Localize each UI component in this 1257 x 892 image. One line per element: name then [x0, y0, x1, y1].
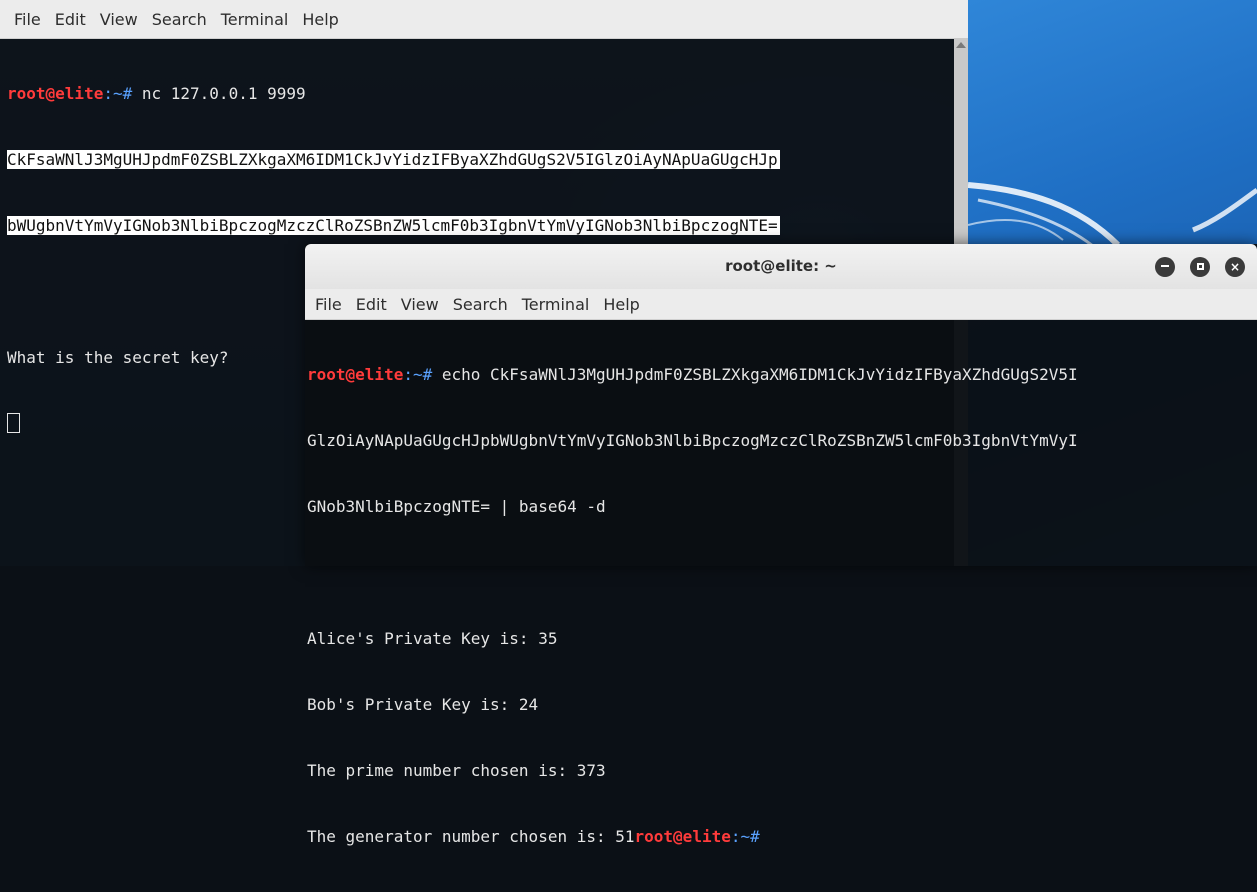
terminal-menubar: File Edit View Search Terminal Help [0, 0, 968, 39]
prompt-suffix: :~# [730, 827, 760, 846]
question-text: What is the secret key? [7, 348, 229, 367]
prompt-suffix: :~# [103, 84, 133, 103]
menu-edit[interactable]: Edit [356, 295, 387, 314]
menu-view[interactable]: View [401, 295, 439, 314]
output-line-3: The prime number chosen is: 373 [307, 760, 1257, 782]
maximize-button[interactable] [1190, 257, 1210, 277]
command-line: root@elite:~# nc 127.0.0.1 9999 [7, 83, 968, 105]
command-line-wrap-2: GNob3NlbiBpczogNTE= | base64 -d [307, 496, 1257, 518]
selected-text-2: bWUgbnVtYmVyIGNob3NlbiBpczogMzczClRoZSBn… [7, 216, 780, 235]
scroll-up-arrow-icon[interactable] [956, 42, 966, 48]
menu-terminal[interactable]: Terminal [522, 295, 590, 314]
command-text: nc 127.0.0.1 9999 [132, 84, 306, 103]
close-icon: × [1229, 260, 1241, 274]
terminal-menubar: File Edit View Search Terminal Help [305, 289, 1257, 320]
command-line: root@elite:~# echo CkFsaWNlJ3MgUHJpdmF0Z… [307, 364, 1257, 386]
maximize-icon [1196, 262, 1204, 270]
close-button[interactable]: × [1225, 257, 1245, 277]
menu-view[interactable]: View [100, 10, 138, 29]
menu-file[interactable]: File [315, 295, 342, 314]
menu-file[interactable]: File [14, 10, 41, 29]
terminal-window-front[interactable]: root@elite: ~ × File Edit View Search Te… [305, 244, 1257, 846]
encoded-line-2: bWUgbnVtYmVyIGNob3NlbiBpczogMzczClRoZSBn… [7, 215, 968, 237]
output-line-1: Alice's Private Key is: 35 [307, 628, 1257, 650]
command-line-wrap-1: GlzOiAyNApUaGUgcHJpbWUgbnVtYmVyIGNob3Nlb… [307, 430, 1257, 452]
prompt-suffix: :~# [403, 365, 433, 384]
window-titlebar[interactable]: root@elite: ~ × [305, 244, 1257, 289]
generator-text: The generator number chosen is: 51 [307, 827, 635, 846]
window-title: root@elite: ~ [725, 257, 837, 275]
output-line-4: The generator number chosen is: 51root@e… [307, 826, 1257, 848]
menu-help[interactable]: Help [302, 10, 338, 29]
terminal-output[interactable]: root@elite:~# echo CkFsaWNlJ3MgUHJpdmF0Z… [305, 320, 1257, 892]
minimize-button[interactable] [1155, 257, 1175, 277]
menu-edit[interactable]: Edit [55, 10, 86, 29]
prompt-user: root@elite [7, 84, 104, 103]
prompt-user: root@elite [634, 827, 731, 846]
selected-text-1: CkFsaWNlJ3MgUHJpdmF0ZSBLZXkgaXM6IDM1CkJv… [7, 150, 780, 169]
menu-search[interactable]: Search [453, 295, 508, 314]
prompt-user: root@elite [307, 365, 404, 384]
minimize-icon [1161, 265, 1169, 267]
command-text-3: GNob3NlbiBpczogNTE= | base64 -d [307, 497, 606, 516]
command-text-1: echo CkFsaWNlJ3MgUHJpdmF0ZSBLZXkgaXM6IDM… [432, 365, 1078, 384]
menu-search[interactable]: Search [152, 10, 207, 29]
alice-key-text: Alice's Private Key is: 35 [307, 629, 558, 648]
bob-key-text: Bob's Private Key is: 24 [307, 695, 539, 714]
prime-text: The prime number chosen is: 373 [307, 761, 606, 780]
menu-help[interactable]: Help [603, 295, 639, 314]
text-cursor [7, 413, 20, 433]
command-text-2: GlzOiAyNApUaGUgcHJpbWUgbnVtYmVyIGNob3Nlb… [307, 431, 1078, 450]
output-line-2: Bob's Private Key is: 24 [307, 694, 1257, 716]
menu-terminal[interactable]: Terminal [221, 10, 289, 29]
encoded-line-1: CkFsaWNlJ3MgUHJpdmF0ZSBLZXkgaXM6IDM1CkJv… [7, 149, 968, 171]
